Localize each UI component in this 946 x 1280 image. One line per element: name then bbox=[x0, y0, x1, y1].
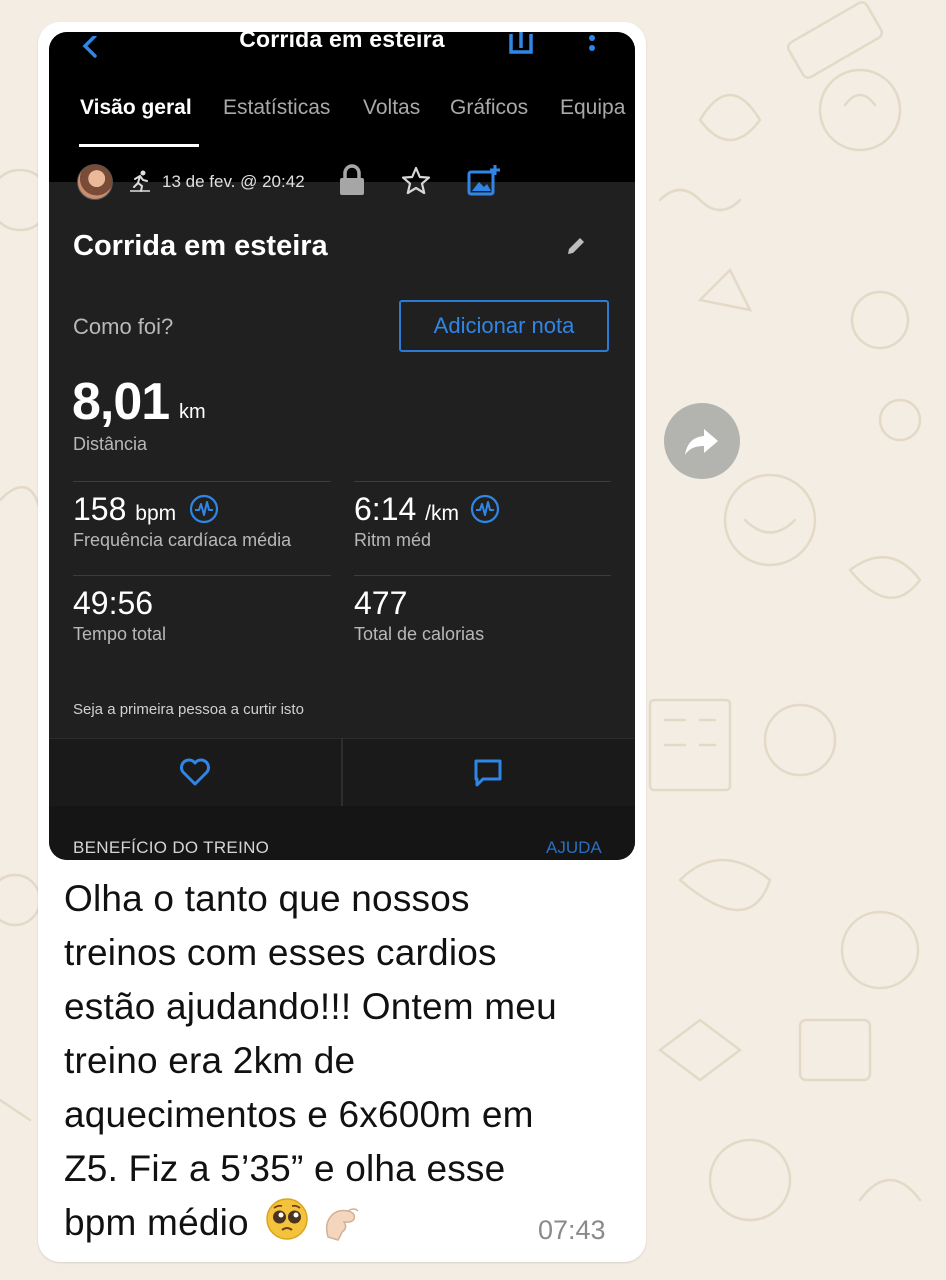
message-line: Z5. Fiz a 5’35” e olha esse bbox=[64, 1148, 506, 1189]
header-title: Corrida em esteira bbox=[239, 32, 445, 52]
divider bbox=[73, 575, 331, 576]
add-photo-icon[interactable] bbox=[467, 164, 501, 196]
divider bbox=[354, 481, 611, 482]
message-line: treinos com esses cardios bbox=[64, 932, 497, 973]
how-was-it-label: Como foi? bbox=[73, 314, 174, 339]
avg-pace-value: 6:14 /km bbox=[354, 491, 459, 528]
lock-icon[interactable] bbox=[339, 164, 365, 196]
message-line: bpm médio bbox=[64, 1202, 249, 1243]
tab-visao-geral[interactable]: Visão geral bbox=[80, 96, 192, 120]
tab-bar: Visão geral Estatísticas Voltas Gráficos… bbox=[49, 96, 635, 156]
tab-estatisticas[interactable]: Estatísticas bbox=[223, 96, 330, 120]
heart-icon[interactable] bbox=[179, 757, 211, 787]
distance-unit: km bbox=[179, 401, 206, 423]
heart-rate-unit: bpm bbox=[135, 502, 177, 525]
distance-label: Distância bbox=[73, 434, 148, 454]
total-time-label: Tempo total bbox=[73, 624, 167, 644]
avatar[interactable] bbox=[77, 164, 113, 200]
activity-date: 13 de fev. @ 20:42 bbox=[162, 172, 305, 191]
pleading-face-emoji bbox=[266, 1198, 309, 1240]
heart-rate-label: Frequência cardíaca média bbox=[73, 530, 292, 550]
message-text: Olha o tanto que nossos treinos com esse… bbox=[64, 872, 624, 1250]
more-icon[interactable] bbox=[585, 32, 599, 58]
tab-equipa[interactable]: Equipa bbox=[560, 96, 625, 120]
distance-value: 8,01 bbox=[72, 373, 170, 431]
heart-rate-value: 158 bpm bbox=[73, 491, 176, 528]
heart-rate-chart-icon[interactable] bbox=[189, 494, 219, 524]
avg-pace-unit: /km bbox=[425, 502, 459, 525]
add-note-button[interactable]: Adicionar nota bbox=[399, 300, 609, 352]
total-time-value: 49:56 bbox=[73, 585, 154, 621]
calories-value: 477 bbox=[354, 585, 408, 621]
star-icon[interactable] bbox=[401, 166, 431, 196]
section-title: BENEFÍCIO DO TREINO bbox=[73, 838, 270, 857]
edit-icon[interactable] bbox=[565, 235, 587, 257]
forward-icon bbox=[685, 429, 718, 455]
tab-graficos[interactable]: Gráficos bbox=[450, 96, 528, 120]
message-line: aquecimentos e 6x600m em bbox=[64, 1094, 534, 1135]
calories-label: Total de calorias bbox=[354, 624, 485, 644]
avg-pace-label: Ritm méd bbox=[354, 530, 432, 550]
message-line: Olha o tanto que nossos bbox=[64, 878, 470, 919]
tab-voltas[interactable]: Voltas bbox=[363, 96, 420, 120]
action-separator bbox=[341, 738, 343, 806]
forward-button[interactable] bbox=[664, 403, 740, 479]
comment-icon[interactable] bbox=[473, 758, 503, 788]
share-icon[interactable] bbox=[507, 32, 535, 56]
avg-pace-number: 6:14 bbox=[354, 491, 417, 527]
run-icon bbox=[130, 170, 150, 192]
active-tab-indicator bbox=[79, 144, 199, 147]
pace-chart-icon[interactable] bbox=[470, 494, 500, 524]
pinching-hand-emoji bbox=[325, 1208, 359, 1241]
message-timestamp: 07:43 bbox=[538, 1215, 606, 1245]
help-link[interactable]: AJUDA bbox=[546, 838, 602, 858]
message-line: treino era 2km de bbox=[64, 1040, 356, 1081]
activity-title: Corrida em esteira bbox=[73, 230, 328, 262]
like-prompt: Seja a primeira pessoa a curtir isto bbox=[73, 701, 304, 718]
activity-screenshot[interactable]: Corrida em esteira Visão geral Estatísti… bbox=[49, 32, 635, 860]
heart-rate-number: 158 bbox=[73, 491, 127, 527]
message-line: estão ajudando!!! Ontem meu bbox=[64, 986, 557, 1027]
divider bbox=[73, 481, 331, 482]
divider bbox=[354, 575, 611, 576]
